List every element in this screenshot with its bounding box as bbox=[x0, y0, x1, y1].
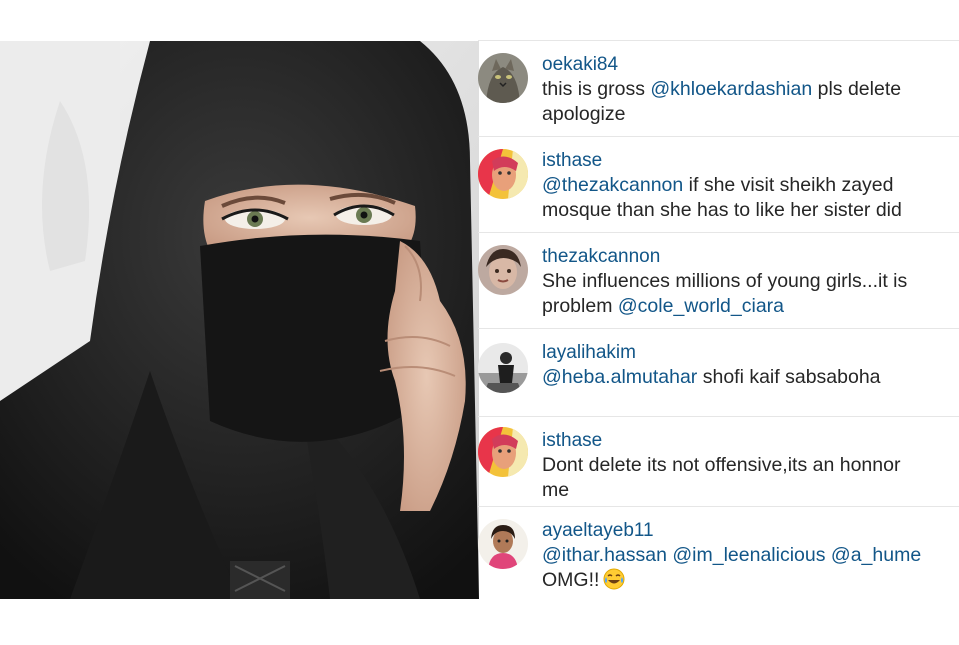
comment-text-line: She influences millions of young girls..… bbox=[542, 269, 959, 294]
comment-row: isthase Dont delete its not offensive,its… bbox=[478, 416, 959, 507]
comments-list: oekaki84 this is gross @khloekardashian p… bbox=[478, 40, 959, 609]
comment-body: layalihakim @heba.almutahar shofi kaif sa… bbox=[542, 341, 959, 390]
mention-link[interactable]: @thezakcannon bbox=[542, 174, 683, 196]
comment-text-line: Dont delete its not offensive,its an hon… bbox=[542, 453, 959, 478]
portrait-avatar[interactable] bbox=[478, 245, 528, 295]
comment-body: isthase @thezakcannon if she visit sheikh… bbox=[542, 149, 959, 223]
comment-text: shofi kaif sabsaboha bbox=[697, 366, 881, 388]
comment-text: me bbox=[542, 479, 570, 501]
comment-text: OMG!! bbox=[542, 569, 600, 591]
post-photo[interactable] bbox=[0, 41, 479, 599]
mention-link[interactable]: @a_hume bbox=[831, 544, 921, 566]
veiled-woman-photo bbox=[0, 41, 479, 599]
comment-username[interactable]: oekaki84 bbox=[542, 53, 959, 77]
comment-text-line: @thezakcannon if she visit sheikh zayed bbox=[542, 173, 959, 198]
comment-text-line: this is gross @khloekardashian pls delet… bbox=[542, 77, 959, 102]
comment-row: oekaki84 this is gross @khloekardashian p… bbox=[478, 40, 959, 137]
mention-link[interactable]: @heba.almutahar bbox=[542, 366, 697, 388]
mention-link[interactable]: @im_leenalicious bbox=[672, 544, 825, 566]
comment-username[interactable]: isthase bbox=[542, 149, 959, 173]
comment-text: if she visit sheikh zayed bbox=[683, 174, 894, 196]
tears-of-joy-emoji bbox=[603, 568, 625, 597]
black-white-photo-avatar[interactable] bbox=[478, 343, 528, 393]
comment-row: layalihakim @heba.almutahar shofi kaif sa… bbox=[478, 328, 959, 417]
colorful-portrait-avatar[interactable] bbox=[478, 427, 528, 477]
comment-text-line: me bbox=[542, 478, 959, 503]
woman-portrait-avatar[interactable] bbox=[478, 519, 528, 569]
comment-text-line: problem @cole_world_ciara bbox=[542, 294, 959, 319]
cat-photo-avatar[interactable] bbox=[478, 53, 528, 103]
comment-text: pls delete bbox=[812, 78, 902, 100]
comment-text-line: @ithar.hassan @im_leenalicious @a_hume bbox=[542, 543, 959, 568]
comment-text-line: OMG!! bbox=[542, 568, 959, 597]
comment-row: ayaeltayeb11 @ithar.hassan @im_leenalicio… bbox=[478, 506, 959, 609]
comment-row: thezakcannon She influences millions of y… bbox=[478, 232, 959, 329]
comment-text: Dont delete its not offensive,its an hon… bbox=[542, 454, 901, 476]
comment-text: mosque than she has to like her sister d… bbox=[542, 199, 902, 221]
comment-body: thezakcannon She influences millions of y… bbox=[542, 245, 959, 319]
comment-body: oekaki84 this is gross @khloekardashian p… bbox=[542, 53, 959, 127]
comment-username[interactable]: layalihakim bbox=[542, 341, 959, 365]
comment-text: problem bbox=[542, 295, 618, 317]
colorful-portrait-avatar[interactable] bbox=[478, 149, 528, 199]
comment-username[interactable]: isthase bbox=[542, 429, 959, 453]
comment-text: She influences millions of young girls..… bbox=[542, 270, 908, 292]
comment-text: this is gross bbox=[542, 78, 651, 100]
comment-text-line: apologize bbox=[542, 102, 959, 127]
mention-link[interactable]: @khloekardashian bbox=[650, 78, 812, 100]
comment-username[interactable]: thezakcannon bbox=[542, 245, 959, 269]
mention-link[interactable]: @ithar.hassan bbox=[542, 544, 667, 566]
comment-body: ayaeltayeb11 @ithar.hassan @im_leenalicio… bbox=[542, 519, 959, 597]
comment-body: isthase Dont delete its not offensive,its… bbox=[542, 429, 959, 503]
comment-text-line: @heba.almutahar shofi kaif sabsaboha bbox=[542, 365, 959, 390]
comment-username[interactable]: ayaeltayeb11 bbox=[542, 519, 959, 543]
mention-link[interactable]: @cole_world_ciara bbox=[618, 295, 784, 317]
comment-row: isthase @thezakcannon if she visit sheikh… bbox=[478, 136, 959, 233]
comment-text: apologize bbox=[542, 103, 626, 125]
comment-text-line: mosque than she has to like her sister d… bbox=[542, 198, 959, 223]
